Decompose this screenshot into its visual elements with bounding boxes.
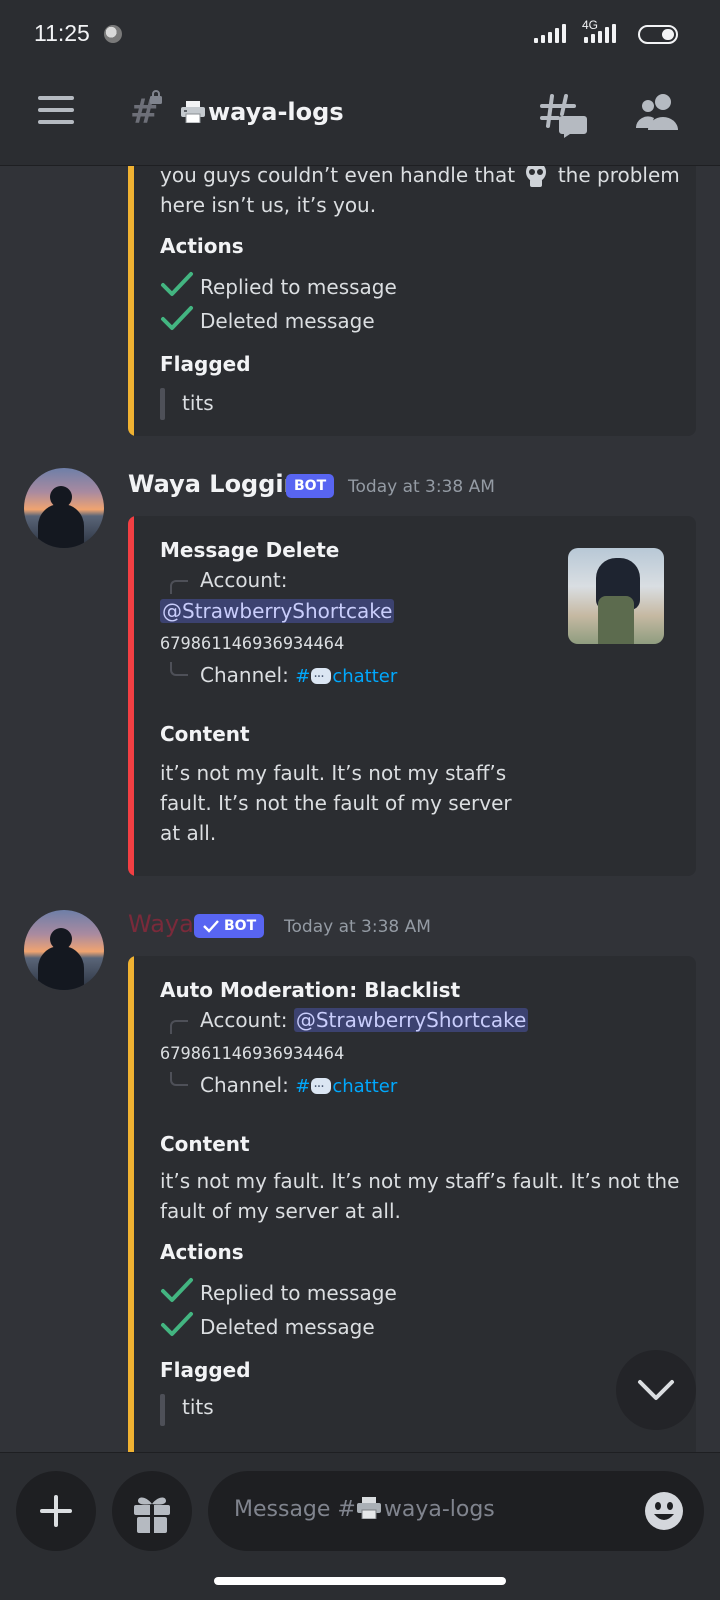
embed-action-item: Replied to message [200,1281,397,1305]
avatar[interactable] [24,468,104,548]
menu-icon[interactable] [38,96,74,124]
speech-bubble-emoji-icon [311,662,332,692]
status-time: 11:25 [34,20,90,46]
message-feed[interactable]: you guys couldn’t even handle that the p… [0,166,720,1452]
checkmark-icon [161,306,193,330]
embed-account-label: Account: [200,568,288,592]
embed-channel-line: Channel: #chatter [200,1070,397,1102]
embed-thumbnail[interactable] [568,548,664,644]
skull-emoji-icon [526,166,547,187]
embed-card: Message Delete Account: @StrawberryShort… [128,516,696,876]
members-icon[interactable] [636,92,682,132]
author-name[interactable]: Waya [128,910,194,938]
channel-link[interactable]: #chatter [295,662,397,692]
embed-action-item: Deleted message [200,309,375,333]
embed-accent-bar [128,516,134,876]
embed-content-line: fault. It’s not the fault of my server [160,791,512,815]
tree-branch-icon [170,662,188,676]
emoji-picker-icon[interactable] [644,1491,684,1531]
speech-bubble-emoji-icon [311,1072,332,1102]
account-mention[interactable]: @StrawberryShortcake [293,1008,529,1032]
embed-actions-title: Actions [160,1240,244,1264]
printer-emoji-icon [180,101,206,124]
message-timestamp: Today at 3:38 AM [348,477,495,497]
message-input[interactable]: Message # waya-logs [208,1471,704,1551]
tree-branch-icon [170,580,188,594]
embed-title: Auto Moderation: Blacklist [160,978,461,1002]
channel-link[interactable]: #chatter [295,1072,397,1102]
tree-branch-icon [170,1020,188,1034]
lock-icon [150,90,162,104]
verified-check-icon [203,920,219,933]
status-bar: 11:25 4G [0,0,720,68]
embed-card: Auto Moderation: Blacklist Account: @Str… [128,956,696,1452]
tree-branch-icon [170,1072,188,1086]
embed-content-title: Content [160,1132,250,1156]
blockquote-bar [160,388,165,420]
printer-emoji-icon [356,1497,382,1520]
message-input-placeholder: Message # waya-logs [234,1497,495,1522]
checkmark-icon [161,1312,193,1336]
signal-strength-icon [534,23,566,43]
home-indicator[interactable] [214,1577,506,1585]
embed-action-item: Deleted message [200,1315,375,1339]
avatar[interactable] [24,910,104,990]
embed-flagged-title: Flagged [160,1358,251,1382]
embed-content-line: fault of my server at all. [160,1199,401,1223]
status-notification-icon [104,25,122,43]
embed-content-line: at all. [160,821,217,845]
checkmark-icon [161,272,193,296]
jump-to-present-button[interactable] [616,1350,696,1430]
gift-button[interactable] [112,1471,192,1551]
add-attachment-button[interactable] [16,1471,96,1551]
message-timestamp: Today at 3:38 AM [284,917,431,937]
bot-tag: BOT [286,474,335,498]
threads-icon[interactable] [540,92,588,138]
signal-strength-2-icon [584,23,616,43]
embed-flagged-title: Flagged [160,352,251,376]
embed-card: you guys couldn’t even handle that the p… [128,166,696,436]
embed-content-line: here isn’t us, it’s you. [160,193,377,217]
channel-header: # waya-logs [0,68,720,166]
plus-icon [40,1495,72,1527]
embed-accent-bar [128,166,134,436]
blockquote-bar [160,1394,165,1426]
verified-bot-tag: BOT [194,914,265,938]
embed-content-line: it’s not my fault. It’s not my staff’s f… [160,1169,680,1193]
embed-flagged-word: tits [182,391,214,415]
embed-title: Message Delete [160,538,340,562]
channel-title-text: waya-logs [208,98,344,126]
embed-actions-title: Actions [160,234,244,258]
account-id: 679861146936934464 [160,1044,345,1064]
embed-content-line: you guys couldn’t even handle that the p… [160,166,680,190]
embed-action-item: Replied to message [200,275,397,299]
embed-content-title: Content [160,722,250,746]
embed-channel-line: Channel: #chatter [200,660,397,692]
account-id: 679861146936934464 [160,634,345,654]
chevron-down-icon [638,1380,674,1400]
embed-flagged-word: tits [182,1395,214,1419]
battery-icon [638,25,678,44]
gift-icon [134,1497,170,1533]
embed-account-line: Account: @StrawberryShortcake [200,1008,529,1032]
account-mention[interactable]: @StrawberryShortcake [160,596,395,626]
channel-title[interactable]: waya-logs [180,98,344,126]
embed-accent-bar [128,956,134,1452]
embed-content-line: it’s not my fault. It’s not my staff’s [160,761,507,785]
checkmark-icon [161,1278,193,1302]
